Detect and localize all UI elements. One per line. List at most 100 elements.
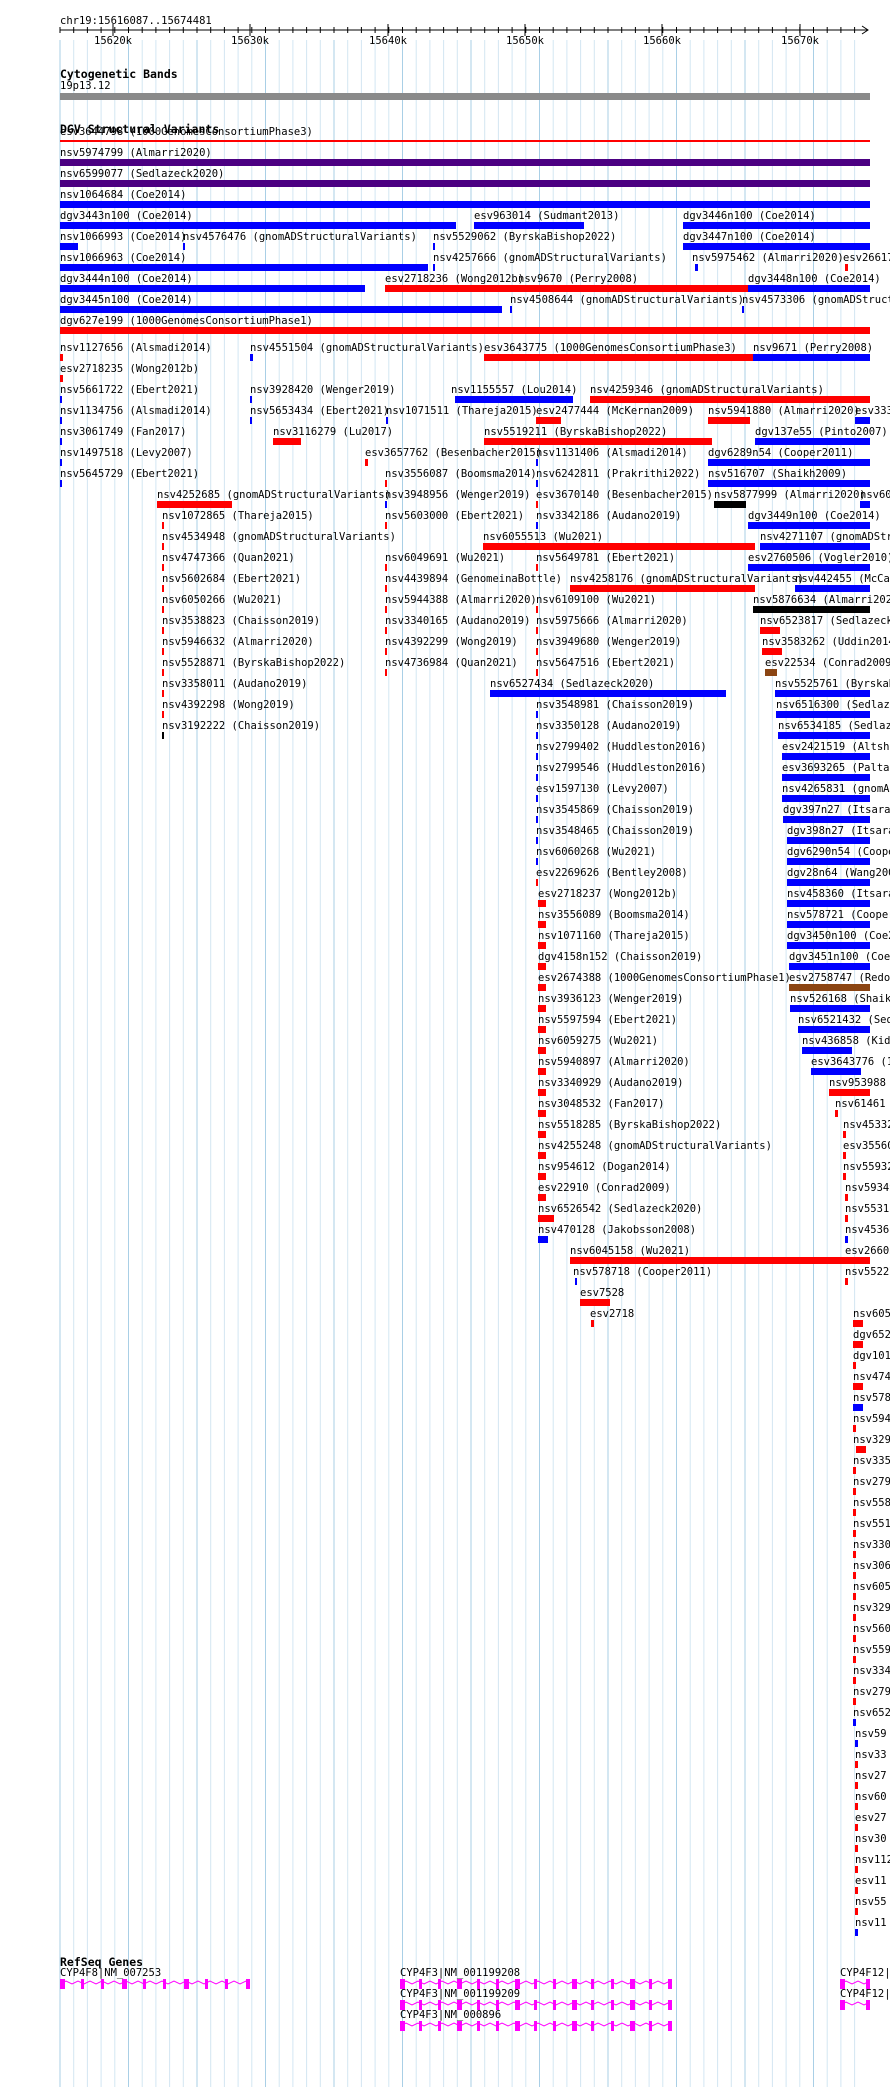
dgv-feature-label[interactable]: nsv3048532 (Fan2017) (538, 1098, 664, 1110)
dgv-feature-label[interactable]: dgv3446n100 (Coe2014) (683, 210, 816, 222)
dgv-feature-label[interactable]: nsv4392298 (Wong2019) (162, 699, 295, 711)
dgv-feature-label[interactable]: esv2718 (590, 1308, 634, 1320)
dgv-feature-label[interactable]: nsv954612 (Dogan2014) (538, 1161, 671, 1173)
dgv-feature-label[interactable]: esv7528 (580, 1287, 624, 1299)
dgv-feature-label[interactable]: nsv55932 (843, 1161, 890, 1173)
dgv-feature-bar[interactable] (536, 606, 538, 613)
dgv-feature-label[interactable]: nsv1066993 (Coe2014) (60, 231, 186, 243)
dgv-feature-label[interactable]: nsv55 (855, 1896, 887, 1908)
dgv-feature-label[interactable]: nsv1066963 (Coe2014) (60, 252, 186, 264)
dgv-feature-label[interactable]: nsv33 (855, 1749, 887, 1761)
dgv-feature-bar[interactable] (385, 585, 387, 592)
dgv-feature-label[interactable]: nsv4508644 (gnomADStructuralVariants) (510, 294, 744, 306)
dgv-feature-label[interactable]: nsv1071160 (Thareja2015) (538, 930, 690, 942)
dgv-feature-label[interactable]: nsv3342186 (Audano2019) (536, 510, 681, 522)
dgv-feature-bar[interactable] (385, 501, 387, 508)
dgv-feature-bar[interactable] (385, 648, 387, 655)
dgv-feature-label[interactable]: nsv30 (855, 1833, 887, 1845)
dgv-feature-label[interactable]: nsv578721 (Cooper2011) (787, 909, 890, 921)
dgv-feature-bar[interactable] (538, 1068, 546, 1075)
dgv-feature-label[interactable]: dgv397n27 (Itsara2009) (783, 804, 890, 816)
dgv-feature-bar[interactable] (536, 648, 538, 655)
dgv-feature-bar[interactable] (250, 354, 253, 361)
dgv-feature-bar[interactable] (386, 417, 388, 424)
dgv-feature-bar[interactable] (845, 1194, 848, 1201)
dgv-feature-label[interactable]: nsv2799402 (Huddleston2016) (536, 741, 707, 753)
dgv-feature-label[interactable]: nsv1071511 (Thareja2015) (386, 405, 538, 417)
dgv-feature-label[interactable]: nsv3948956 (Wenger2019) (385, 489, 530, 501)
dgv-feature-bar[interactable] (776, 711, 870, 718)
dgv-feature-bar[interactable] (385, 669, 387, 676)
dgv-feature-label[interactable]: nsv329 (853, 1602, 890, 1614)
dgv-feature-bar[interactable] (60, 285, 365, 292)
dgv-feature-label[interactable]: nsv5975666 (Almarri2020) (536, 615, 688, 627)
dgv-feature-bar[interactable] (853, 1404, 863, 1411)
dgv-feature-bar[interactable] (853, 1467, 856, 1474)
dgv-feature-bar[interactable] (60, 140, 870, 142)
dgv-feature-label[interactable]: nsv6050266 (Wu2021) (162, 594, 282, 606)
dgv-feature-bar[interactable] (845, 1257, 870, 1264)
dgv-feature-label[interactable]: nsv6526542 (Sedlazeck2020) (538, 1203, 702, 1215)
dgv-feature-bar[interactable] (853, 1635, 856, 1642)
dgv-feature-bar[interactable] (60, 327, 870, 334)
dgv-feature-bar[interactable] (845, 1278, 848, 1285)
dgv-feature-label[interactable]: nsv5940897 (Almarri2020) (538, 1056, 690, 1068)
dgv-feature-bar[interactable] (795, 585, 870, 592)
dgv-feature-label[interactable]: nsv3548981 (Chaisson2019) (536, 699, 694, 711)
dgv-feature-bar[interactable] (60, 480, 62, 487)
dgv-feature-bar[interactable] (782, 774, 870, 781)
dgv-feature-label[interactable]: esv2758747 (Redon2006) (789, 972, 890, 984)
dgv-feature-label[interactable]: nsv3545869 (Chaisson2019) (536, 804, 694, 816)
dgv-feature-label[interactable]: nsv4551504 (gnomADStructuralVariants) (250, 342, 484, 354)
dgv-feature-bar[interactable] (811, 1068, 861, 1075)
dgv-feature-label[interactable]: nsv9671 (Perry2008) (753, 342, 873, 354)
dgv-feature-label[interactable]: esv2718237 (Wong2012b) (538, 888, 677, 900)
dgv-feature-bar[interactable] (162, 543, 164, 550)
dgv-feature-label[interactable]: nsv306 (853, 1560, 890, 1572)
dgv-feature-label[interactable]: nsv3350128 (Audano2019) (536, 720, 681, 732)
dgv-feature-bar[interactable] (60, 417, 62, 424)
dgv-feature-bar[interactable] (60, 201, 870, 208)
dgv-feature-label[interactable]: nsv4258176 (gnomADStructuralVariants) (570, 573, 804, 585)
dgv-feature-bar[interactable] (742, 306, 744, 313)
dgv-feature-label[interactable]: esv963014 (Sudmant2013) (474, 210, 619, 222)
dgv-feature-label[interactable]: nsv3556087 (Boomsma2014) (385, 468, 537, 480)
dgv-feature-bar[interactable] (853, 1425, 856, 1432)
dgv-feature-bar[interactable] (250, 417, 252, 424)
dgv-feature-label[interactable]: nsv3928420 (Wenger2019) (250, 384, 395, 396)
dgv-feature-bar[interactable] (536, 711, 538, 718)
dgv-feature-bar[interactable] (714, 501, 746, 508)
dgv-feature-bar[interactable] (60, 438, 62, 445)
dgv-feature-bar[interactable] (538, 1236, 548, 1243)
dgv-feature-bar[interactable] (845, 1236, 848, 1243)
dgv-feature-bar[interactable] (591, 1320, 594, 1327)
dgv-feature-label[interactable]: dgv652e (853, 1329, 890, 1341)
dgv-feature-label[interactable]: nsv6059275 (Wu2021) (538, 1035, 658, 1047)
dgv-feature-bar[interactable] (538, 984, 546, 991)
dgv-feature-label[interactable]: nsv59349 (845, 1182, 890, 1194)
dgv-feature-bar[interactable] (538, 1194, 546, 1201)
dgv-feature-bar[interactable] (538, 1005, 546, 1012)
dgv-feature-label[interactable]: nsv5661722 (Ebert2021) (60, 384, 199, 396)
dgv-feature-label[interactable]: nsv578718 (Cooper2011) (573, 1266, 712, 1278)
dgv-feature-bar[interactable] (536, 522, 538, 529)
dgv-feature-label[interactable]: nsv3116279 (Lu2017) (273, 426, 393, 438)
dgv-feature-label[interactable]: nsv6527434 (Sedlazeck2020) (490, 678, 654, 690)
dgv-feature-label[interactable]: nsv3352 (853, 1455, 890, 1467)
dgv-feature-bar[interactable] (538, 1173, 546, 1180)
dgv-feature-label[interactable]: nsv3583262 (Uddin2014) (762, 636, 890, 648)
dgv-feature-bar[interactable] (538, 1089, 546, 1096)
dgv-feature-bar[interactable] (748, 285, 870, 292)
dgv-feature-bar[interactable] (775, 690, 870, 697)
dgv-feature-label[interactable]: esv2760506 (Vogler2010) (748, 552, 890, 564)
dgv-feature-label[interactable]: nsv3340165 (Audano2019) (385, 615, 530, 627)
dgv-feature-label[interactable]: nsv4271107 (gnomADStructuralVariants) (760, 531, 890, 543)
dgv-feature-label[interactable]: dgv101e (853, 1350, 890, 1362)
dgv-feature-bar[interactable] (708, 459, 870, 466)
dgv-feature-bar[interactable] (855, 1929, 858, 1936)
dgv-feature-bar[interactable] (590, 396, 870, 403)
dgv-feature-bar[interactable] (753, 354, 870, 361)
dgv-feature-bar[interactable] (483, 543, 755, 550)
dgv-feature-label[interactable]: nsv1134756 (Alsmadi2014) (60, 405, 212, 417)
dgv-feature-label[interactable]: nsv5877999 (Almarri2020) (714, 489, 866, 501)
